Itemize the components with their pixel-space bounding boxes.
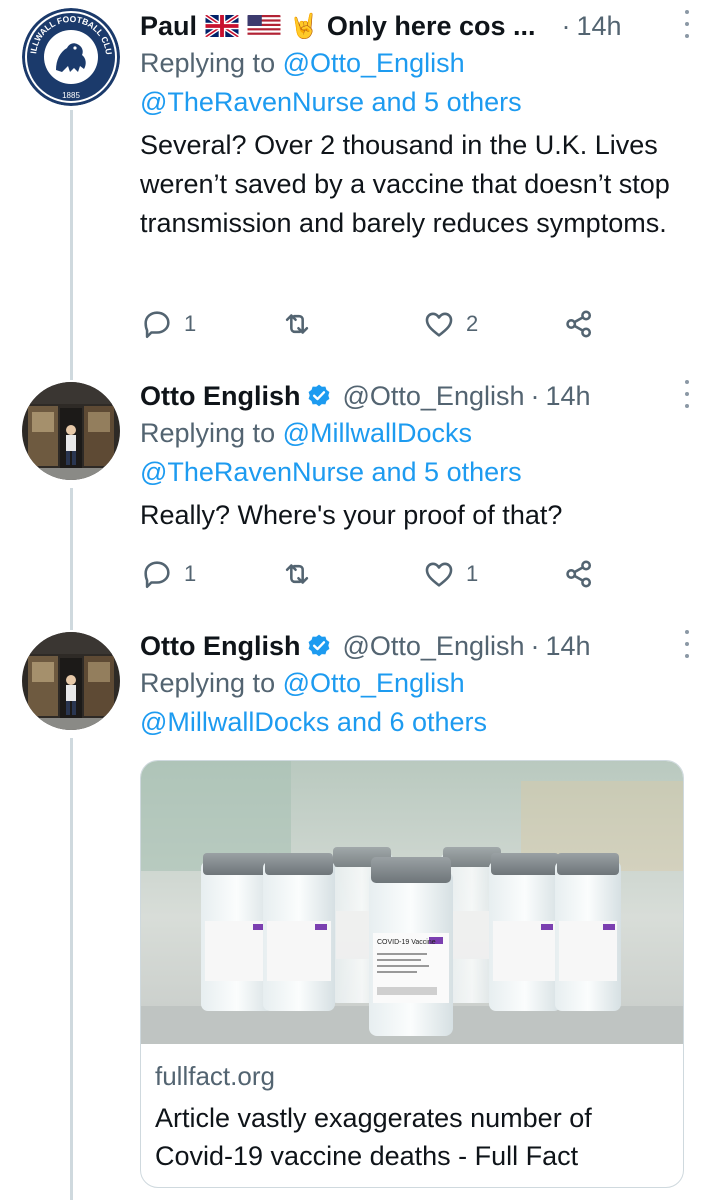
separator-dot: · — [561, 10, 571, 41]
reply-count: 1 — [184, 311, 197, 336]
user-handle[interactable]: @Otto_English — [342, 631, 524, 662]
card-title: Article vastly exaggerates number of Cov… — [155, 1103, 592, 1171]
mention-link[interactable]: @TheRavenNurse and 5 others — [140, 453, 683, 492]
vaccine-vials-image: COVID-19 Vaccine — [141, 761, 683, 1044]
tweet-actions: 1 1 — [140, 554, 610, 594]
verified-badge-icon — [309, 634, 330, 657]
more-options-icon[interactable] — [683, 630, 691, 658]
tweet-actions: 1 2 — [140, 304, 610, 344]
retweet-icon — [285, 564, 309, 584]
user-handle[interactable]: @Otto_English — [342, 381, 524, 412]
mention-link[interactable]: @Otto_English — [283, 48, 465, 78]
replying-to: Replying to @Otto_English — [140, 664, 683, 703]
mention-link[interactable]: @TheRavenNurse and 5 others — [140, 83, 683, 122]
share-icon — [566, 560, 592, 588]
retweet-button[interactable] — [280, 304, 314, 344]
timestamp[interactable]: 14h — [577, 11, 622, 42]
verified-badge-icon — [309, 384, 330, 407]
svg-text:1885: 1885 — [62, 91, 80, 100]
us-flag-icon — [247, 15, 281, 37]
like-count: 1 — [466, 561, 479, 586]
more-options-icon[interactable] — [683, 380, 691, 408]
display-name-suffix: Only here cos ... — [326, 10, 536, 41]
reply-count: 1 — [184, 561, 197, 586]
mention-link[interactable]: @MillwallDocks — [283, 418, 472, 448]
share-button[interactable] — [562, 554, 596, 594]
replying-label: Replying to — [140, 418, 283, 448]
retweet-icon — [285, 314, 309, 334]
replying-to: Replying to @Otto_English — [140, 44, 683, 83]
tweet[interactable]: Otto English @Otto_English · 14h Replyin… — [0, 370, 703, 620]
avatar[interactable] — [22, 382, 120, 480]
mention-link[interactable]: @Otto_English — [283, 668, 465, 698]
like-count: 2 — [466, 311, 479, 336]
display-name[interactable]: Otto English — [140, 381, 300, 412]
tweet-header: Paul 🤘 Only here cos ... · 14h — [140, 4, 683, 48]
share-icon — [566, 310, 592, 338]
tweet-header: Otto English @Otto_English · 14h — [140, 374, 683, 418]
like-button[interactable]: 2 — [422, 304, 478, 344]
replying-label: Replying to — [140, 668, 283, 698]
reply-icon — [144, 311, 170, 339]
tweet-header: Otto English @Otto_English · 14h — [140, 624, 683, 668]
separator-dot: · — [530, 630, 540, 661]
heart-icon — [425, 312, 453, 337]
svg-text:COVID-19 Vaccine: COVID-19 Vaccine — [377, 939, 436, 946]
retweet-button[interactable] — [280, 554, 314, 594]
separator-dot: · — [530, 380, 540, 411]
display-name[interactable]: Paul — [140, 11, 197, 42]
tweet-text: Really? Where's your proof of that? — [140, 500, 563, 530]
timestamp[interactable]: 14h — [545, 381, 590, 412]
reply-icon — [144, 561, 170, 589]
timestamp[interactable]: 14h — [545, 631, 590, 662]
tweet-text: Several? Over 2 thousand in the U.K. Liv… — [140, 130, 670, 238]
profile-photo-icon — [22, 382, 120, 480]
more-options-icon[interactable] — [683, 10, 691, 38]
like-button[interactable]: 1 — [422, 554, 478, 594]
rock-hand-icon: 🤘 — [289, 12, 319, 40]
mention-link[interactable]: @MillwallDocks and 6 others — [140, 703, 683, 742]
millwall-crest-icon: MILLWALL FOOTBALL CLUB 1885 — [22, 8, 120, 106]
tweet[interactable]: MILLWALL FOOTBALL CLUB 1885 Paul — [0, 0, 703, 370]
card-domain: fullfact.org — [155, 1061, 275, 1091]
display-name[interactable]: Otto English — [140, 631, 300, 662]
uk-flag-icon — [205, 15, 240, 37]
replying-to: Replying to @MillwallDocks — [140, 414, 683, 453]
avatar[interactable]: MILLWALL FOOTBALL CLUB 1885 — [22, 8, 120, 106]
share-button[interactable] — [562, 304, 596, 344]
reply-button[interactable]: 1 — [140, 304, 196, 344]
profile-photo-icon — [22, 632, 120, 730]
reply-button[interactable]: 1 — [140, 554, 196, 594]
avatar[interactable] — [22, 632, 120, 730]
replying-label: Replying to — [140, 48, 283, 78]
link-preview-card[interactable]: COVID-19 Vaccine fullfact.org Article va… — [140, 760, 684, 1188]
heart-icon — [425, 562, 453, 587]
